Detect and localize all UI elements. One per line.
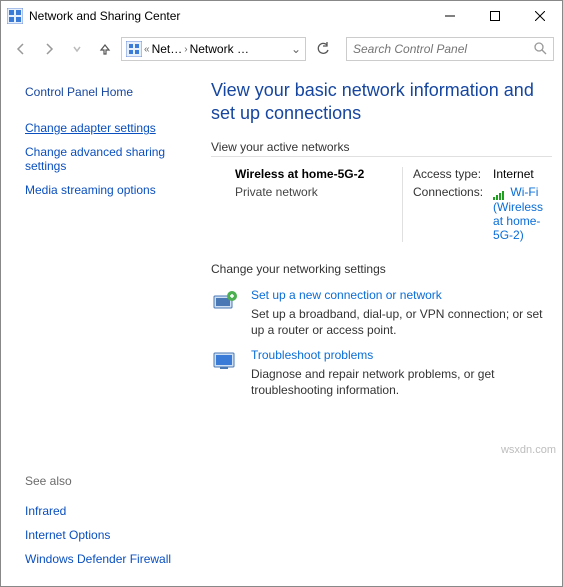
maximize-button[interactable] [472, 1, 517, 31]
back-button[interactable] [9, 37, 33, 61]
search-input[interactable] [353, 42, 533, 56]
change-adapter-link[interactable]: Change adapter settings [25, 121, 189, 135]
main-panel: View your basic network information and … [201, 67, 562, 586]
troubleshoot-item: Troubleshoot problems Diagnose and repai… [211, 348, 552, 398]
active-network-details: Access type: Internet Connections: Wi-Fi… [402, 167, 552, 242]
change-advanced-link[interactable]: Change advanced sharing settings [25, 145, 189, 173]
refresh-button[interactable] [310, 37, 336, 61]
media-streaming-link[interactable]: Media streaming options [25, 183, 189, 197]
setup-connection-link[interactable]: Set up a new connection or network [251, 288, 552, 302]
internet-options-link[interactable]: Internet Options [25, 528, 189, 542]
breadcrumb-icon [126, 41, 142, 57]
search-icon[interactable] [533, 41, 547, 58]
setup-connection-desc: Set up a broadband, dial-up, or VPN conn… [251, 306, 552, 338]
access-type-value: Internet [493, 167, 552, 181]
window-title: Network and Sharing Center [29, 9, 427, 23]
infrared-link[interactable]: Infrared [25, 504, 189, 518]
network-type: Private network [235, 185, 384, 199]
troubleshoot-icon [211, 348, 241, 374]
active-network-info: Wireless at home-5G-2 Private network [211, 167, 384, 242]
see-also: See also Infrared Internet Options Windo… [25, 474, 189, 576]
setup-connection-icon [211, 288, 241, 314]
search-box[interactable] [346, 37, 554, 61]
titlebar: Network and Sharing Center [1, 1, 562, 31]
change-settings-heading: Change your networking settings [211, 262, 552, 278]
access-type-label: Access type: [413, 167, 483, 181]
see-also-heading: See also [25, 474, 189, 488]
breadcrumb-segment[interactable]: Network … [190, 42, 249, 56]
active-networks-heading: View your active networks [211, 140, 552, 157]
breadcrumb-segment[interactable]: Net… [152, 42, 183, 56]
page-heading: View your basic network information and … [211, 79, 552, 126]
recent-dropdown[interactable] [65, 37, 89, 61]
up-button[interactable] [93, 37, 117, 61]
setup-connection-item: Set up a new connection or network Set u… [211, 288, 552, 338]
sidebar: Control Panel Home Change adapter settin… [1, 67, 201, 586]
chevron-icon: « [144, 44, 150, 55]
watermark: wsxdn.com [501, 444, 556, 456]
chevron-right-icon: › [184, 44, 187, 55]
close-button[interactable] [517, 1, 562, 31]
windows-firewall-link[interactable]: Windows Defender Firewall [25, 552, 189, 566]
troubleshoot-desc: Diagnose and repair network problems, or… [251, 366, 552, 398]
toolbar: « Net… › Network … ⌄ [1, 31, 562, 67]
network-center-icon [7, 8, 23, 24]
settings-list: Set up a new connection or network Set u… [211, 288, 552, 399]
control-panel-home-link[interactable]: Control Panel Home [25, 85, 189, 99]
breadcrumb-dropdown-icon[interactable]: ⌄ [291, 42, 301, 56]
breadcrumb[interactable]: « Net… › Network … ⌄ [121, 37, 306, 61]
minimize-button[interactable] [427, 1, 472, 31]
network-name: Wireless at home-5G-2 [235, 167, 384, 181]
connection-link[interactable]: Wi-Fi (Wireless at home-5G-2) [493, 185, 552, 242]
forward-button[interactable] [37, 37, 61, 61]
wifi-signal-icon [493, 186, 507, 200]
troubleshoot-link[interactable]: Troubleshoot problems [251, 348, 552, 362]
connections-label: Connections: [413, 185, 483, 199]
content: Control Panel Home Change adapter settin… [1, 67, 562, 586]
active-network-row: Wireless at home-5G-2 Private network Ac… [211, 167, 552, 242]
